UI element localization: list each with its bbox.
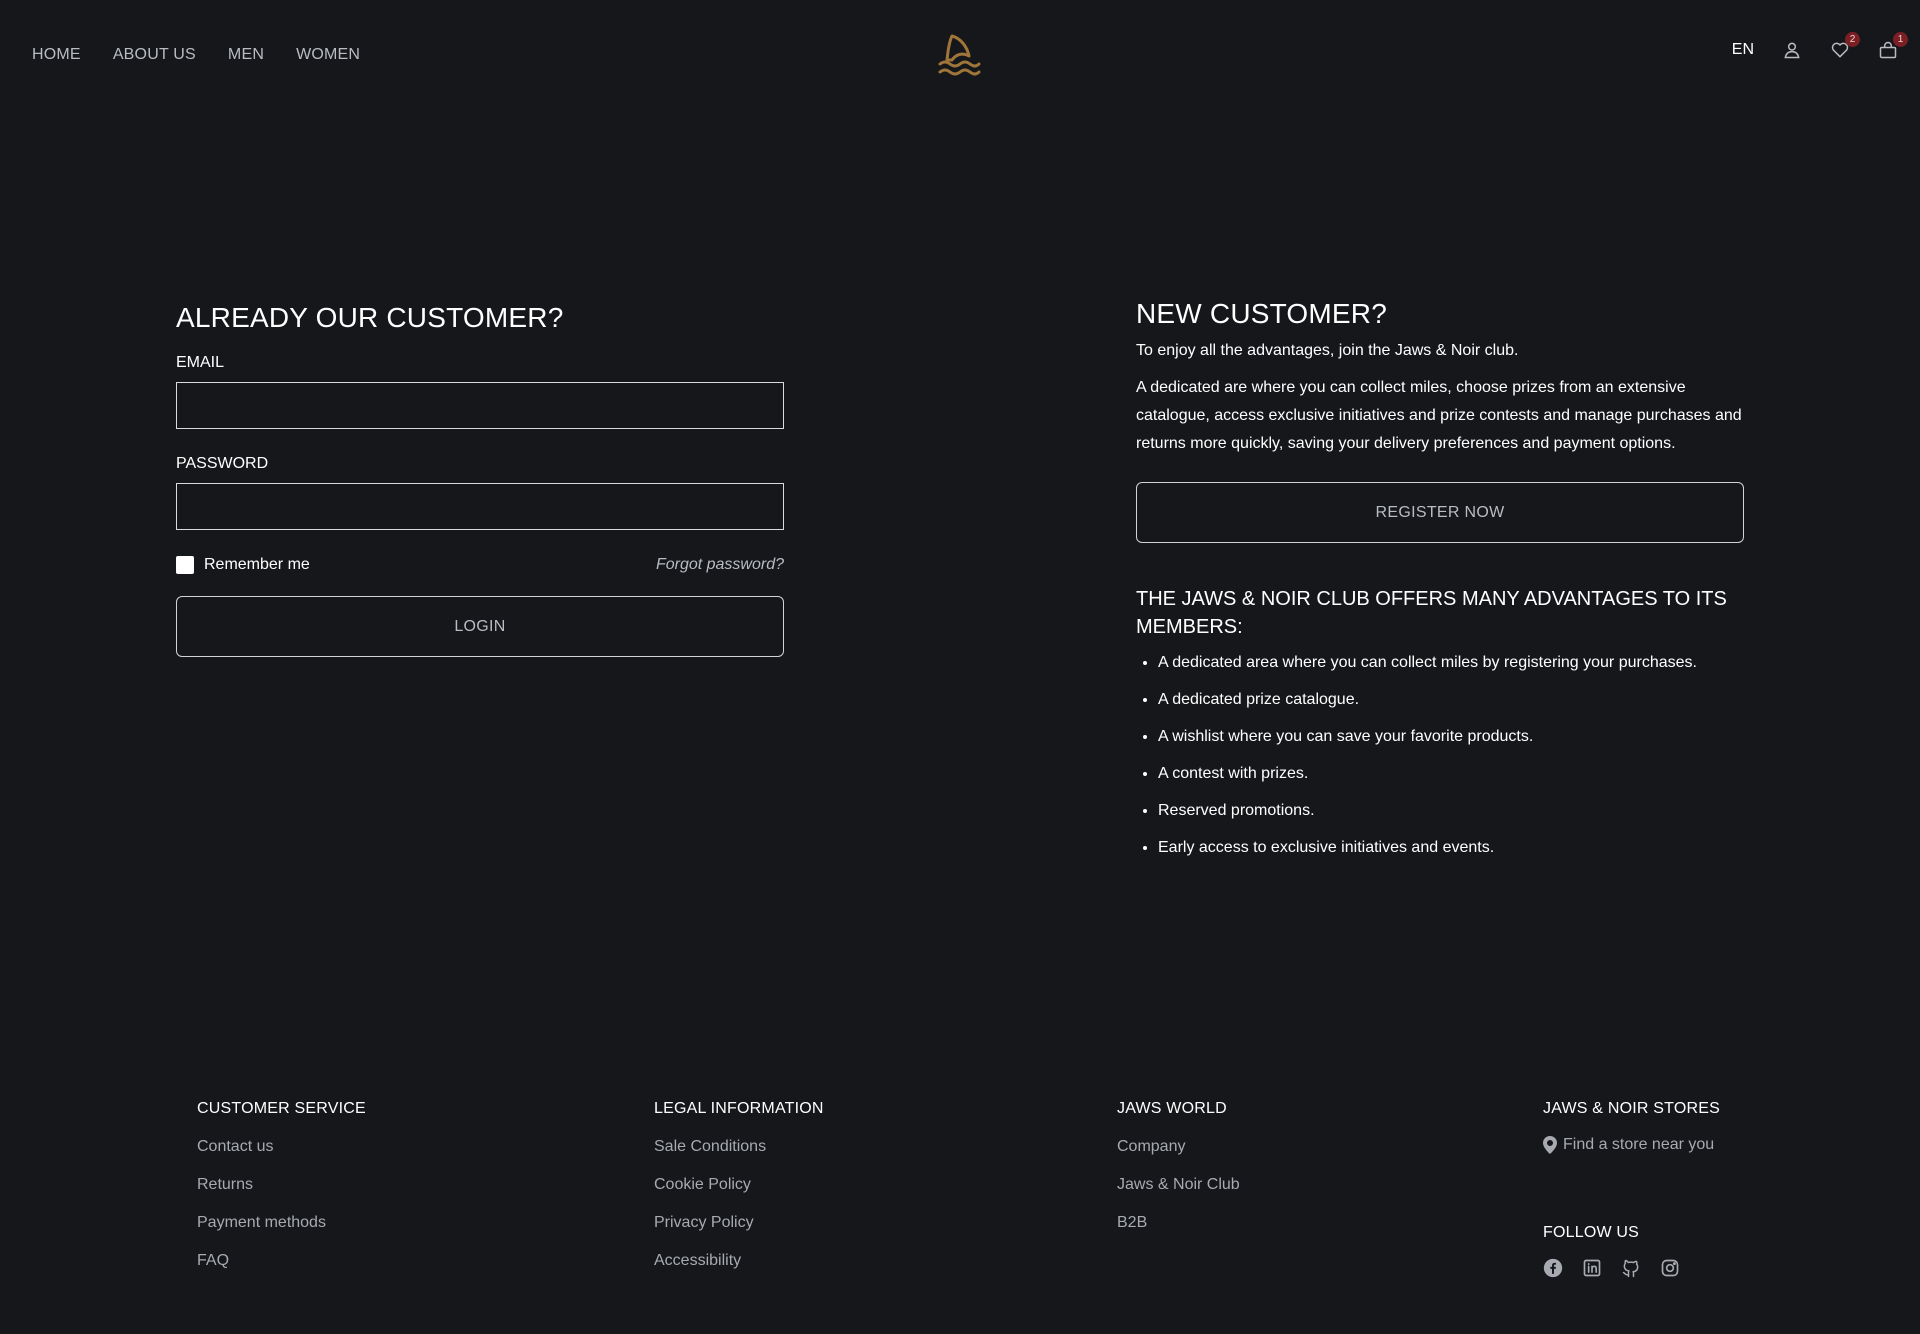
list-item: A contest with prizes. — [1158, 764, 1744, 784]
location-pin-icon — [1543, 1136, 1557, 1154]
footer-heading: JAWS WORLD — [1117, 1100, 1227, 1117]
linkedin-icon[interactable] — [1582, 1258, 1602, 1278]
list-item: A wishlist where you can save your favor… — [1158, 727, 1744, 747]
instagram-icon[interactable] — [1660, 1258, 1680, 1278]
nav-home[interactable]: HOME — [32, 46, 81, 64]
follow-us-heading: FOLLOW US — [1543, 1224, 1640, 1241]
find-store-link[interactable]: Find a store near you — [1543, 1136, 1720, 1154]
footer-link-sale-conditions[interactable]: Sale Conditions — [654, 1138, 824, 1156]
facebook-icon[interactable] — [1543, 1258, 1563, 1278]
register-intro: To enjoy all the advantages, join the Ja… — [1136, 342, 1519, 359]
footer-link-b2b[interactable]: B2B — [1117, 1214, 1240, 1232]
footer-heading: JAWS & NOIR STORES — [1543, 1100, 1720, 1117]
list-item: Reserved promotions. — [1158, 801, 1744, 821]
club-benefits-list: A dedicated area where you can collect m… — [1136, 653, 1744, 858]
footer-link-accessibility[interactable]: Accessibility — [654, 1252, 824, 1270]
nav-about-us[interactable]: ABOUT US — [113, 46, 196, 64]
header-actions: EN 2 1 — [1732, 32, 1908, 60]
register-description: A dedicated are where you can collect mi… — [1136, 379, 1742, 452]
login-button[interactable]: LOGIN — [176, 596, 784, 657]
footer-link-cookie-policy[interactable]: Cookie Policy — [654, 1176, 824, 1194]
list-item: A dedicated area where you can collect m… — [1158, 653, 1744, 673]
remember-me-checkbox[interactable] — [176, 556, 194, 574]
register-title: NEW CUSTOMER? — [1136, 298, 1387, 329]
cart-count-badge: 1 — [1893, 32, 1908, 47]
email-field[interactable] — [176, 382, 784, 429]
footer-heading: CUSTOMER SERVICE — [197, 1100, 366, 1117]
list-item: Early access to exclusive initiatives an… — [1158, 838, 1744, 858]
footer-stores: JAWS & NOIR STORES Find a store near you… — [1543, 1100, 1720, 1278]
nav-women[interactable]: WOMEN — [296, 46, 360, 64]
footer-heading: LEGAL INFORMATION — [654, 1100, 824, 1117]
email-label: EMAIL — [176, 354, 225, 371]
shopping-bag-icon[interactable]: 1 — [1878, 32, 1908, 60]
register-now-button[interactable]: REGISTER NOW — [1136, 482, 1744, 543]
site-header: HOME ABOUT US MEN WOMEN EN 2 1 — [0, 0, 1920, 112]
footer-link-returns[interactable]: Returns — [197, 1176, 366, 1194]
wishlist-count-badge: 2 — [1845, 32, 1860, 47]
club-advantages-title: THE JAWS & NOIR CLUB OFFERS MANY ADVANTA… — [1136, 588, 1727, 638]
user-icon[interactable] — [1782, 40, 1802, 60]
password-field[interactable] — [176, 483, 784, 530]
find-store-label: Find a store near you — [1563, 1136, 1715, 1153]
list-item: A dedicated prize catalogue. — [1158, 690, 1744, 710]
footer-customer-service: CUSTOMER SERVICE Contact us Returns Paym… — [197, 1100, 366, 1270]
remember-me-label[interactable]: Remember me — [204, 556, 310, 574]
login-section: ALREADY OUR CUSTOMER? EMAIL PASSWORD Rem… — [176, 302, 784, 657]
footer-link-club[interactable]: Jaws & Noir Club — [1117, 1176, 1240, 1194]
footer-link-contact-us[interactable]: Contact us — [197, 1138, 366, 1156]
register-section: NEW CUSTOMER? To enjoy all the advantage… — [1136, 298, 1744, 875]
remember-me: Remember me — [176, 556, 310, 574]
forgot-password-link[interactable]: Forgot password? — [656, 556, 784, 574]
shark-fin-waves-icon[interactable] — [936, 32, 982, 78]
social-links — [1543, 1258, 1720, 1278]
login-title: ALREADY OUR CUSTOMER? — [176, 302, 564, 333]
password-label: PASSWORD — [176, 455, 269, 472]
github-icon[interactable] — [1621, 1258, 1641, 1278]
footer-link-privacy-policy[interactable]: Privacy Policy — [654, 1214, 824, 1232]
footer-legal: LEGAL INFORMATION Sale Conditions Cookie… — [654, 1100, 824, 1270]
language-selector[interactable]: EN — [1732, 41, 1754, 59]
login-options-row: Remember me Forgot password? — [176, 556, 784, 574]
wishlist-heart-icon[interactable]: 2 — [1830, 32, 1860, 60]
footer-link-company[interactable]: Company — [1117, 1138, 1240, 1156]
main-nav: HOME ABOUT US MEN WOMEN — [32, 46, 360, 64]
nav-men[interactable]: MEN — [228, 46, 264, 64]
footer-link-faq[interactable]: FAQ — [197, 1252, 366, 1270]
footer-jaws-world: JAWS WORLD Company Jaws & Noir Club B2B — [1117, 1100, 1240, 1232]
footer-link-payment-methods[interactable]: Payment methods — [197, 1214, 366, 1232]
